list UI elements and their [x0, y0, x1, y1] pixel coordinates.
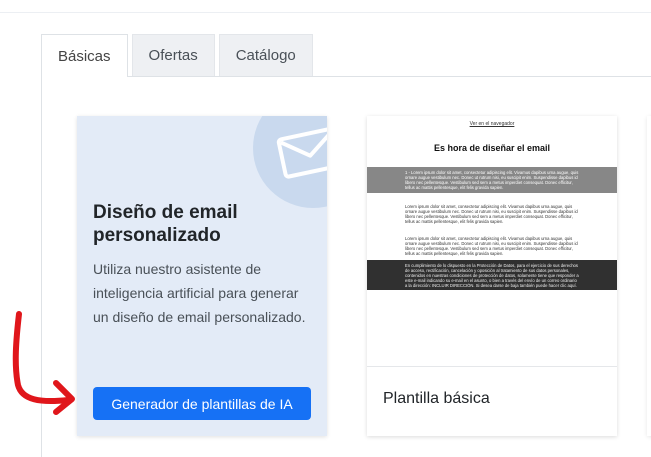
template-tabs: Básicas Ofertas Catálogo: [41, 34, 317, 77]
ai-template-generator-button[interactable]: Generador de plantillas de IA: [93, 387, 311, 420]
preview-footer-block: En cumplimiento de lo dispuesto en la Pr…: [367, 260, 617, 290]
top-divider: [0, 12, 651, 13]
preview-browser-link: Ver en el navegador: [469, 121, 515, 127]
template-card-basic[interactable]: Ver en el navegador Es hora de diseñar e…: [367, 116, 617, 436]
preview-footer-text: En cumplimiento de lo dispuesto en la Pr…: [405, 263, 579, 288]
ai-card-description: Utiliza nuestro asistente de inteligenci…: [93, 261, 306, 325]
ai-card-title: Diseño de email personalizado: [93, 202, 238, 246]
preview-paragraph: Lorem ipsum dolor sit amet, consectetur …: [367, 204, 617, 224]
template-name: Plantilla básica: [383, 390, 490, 407]
tab-catalogo[interactable]: Catálogo: [218, 34, 313, 76]
template-card-partial[interactable]: [647, 116, 651, 436]
red-arrow-annotation: [12, 311, 75, 415]
preview-paragraph: Lorem ipsum dolor sit amet, consectetur …: [367, 236, 617, 256]
preview-gray-text: 1 - Lorem ipsum dolor sit amet, consecte…: [405, 170, 579, 190]
template-preview[interactable]: Ver en el navegador Es hora de diseñar e…: [367, 116, 617, 366]
preview-paragraph-text: Lorem ipsum dolor sit amet, consectetur …: [405, 204, 578, 224]
tab-ofertas[interactable]: Ofertas: [131, 34, 215, 76]
ai-design-card: Diseño de email personalizado Utiliza nu…: [77, 116, 327, 436]
preview-paragraph-text: Lorem ipsum dolor sit amet, consectetur …: [405, 236, 578, 256]
preview-gray-block: 1 - Lorem ipsum dolor sit amet, consecte…: [367, 167, 617, 193]
tabs-underline: [41, 76, 651, 77]
preview-heading: Es hora de diseñar el email: [433, 143, 551, 153]
template-card-divider: [367, 366, 617, 367]
tab-basicas[interactable]: Básicas: [41, 34, 128, 77]
envelope-icon: [276, 126, 327, 179]
